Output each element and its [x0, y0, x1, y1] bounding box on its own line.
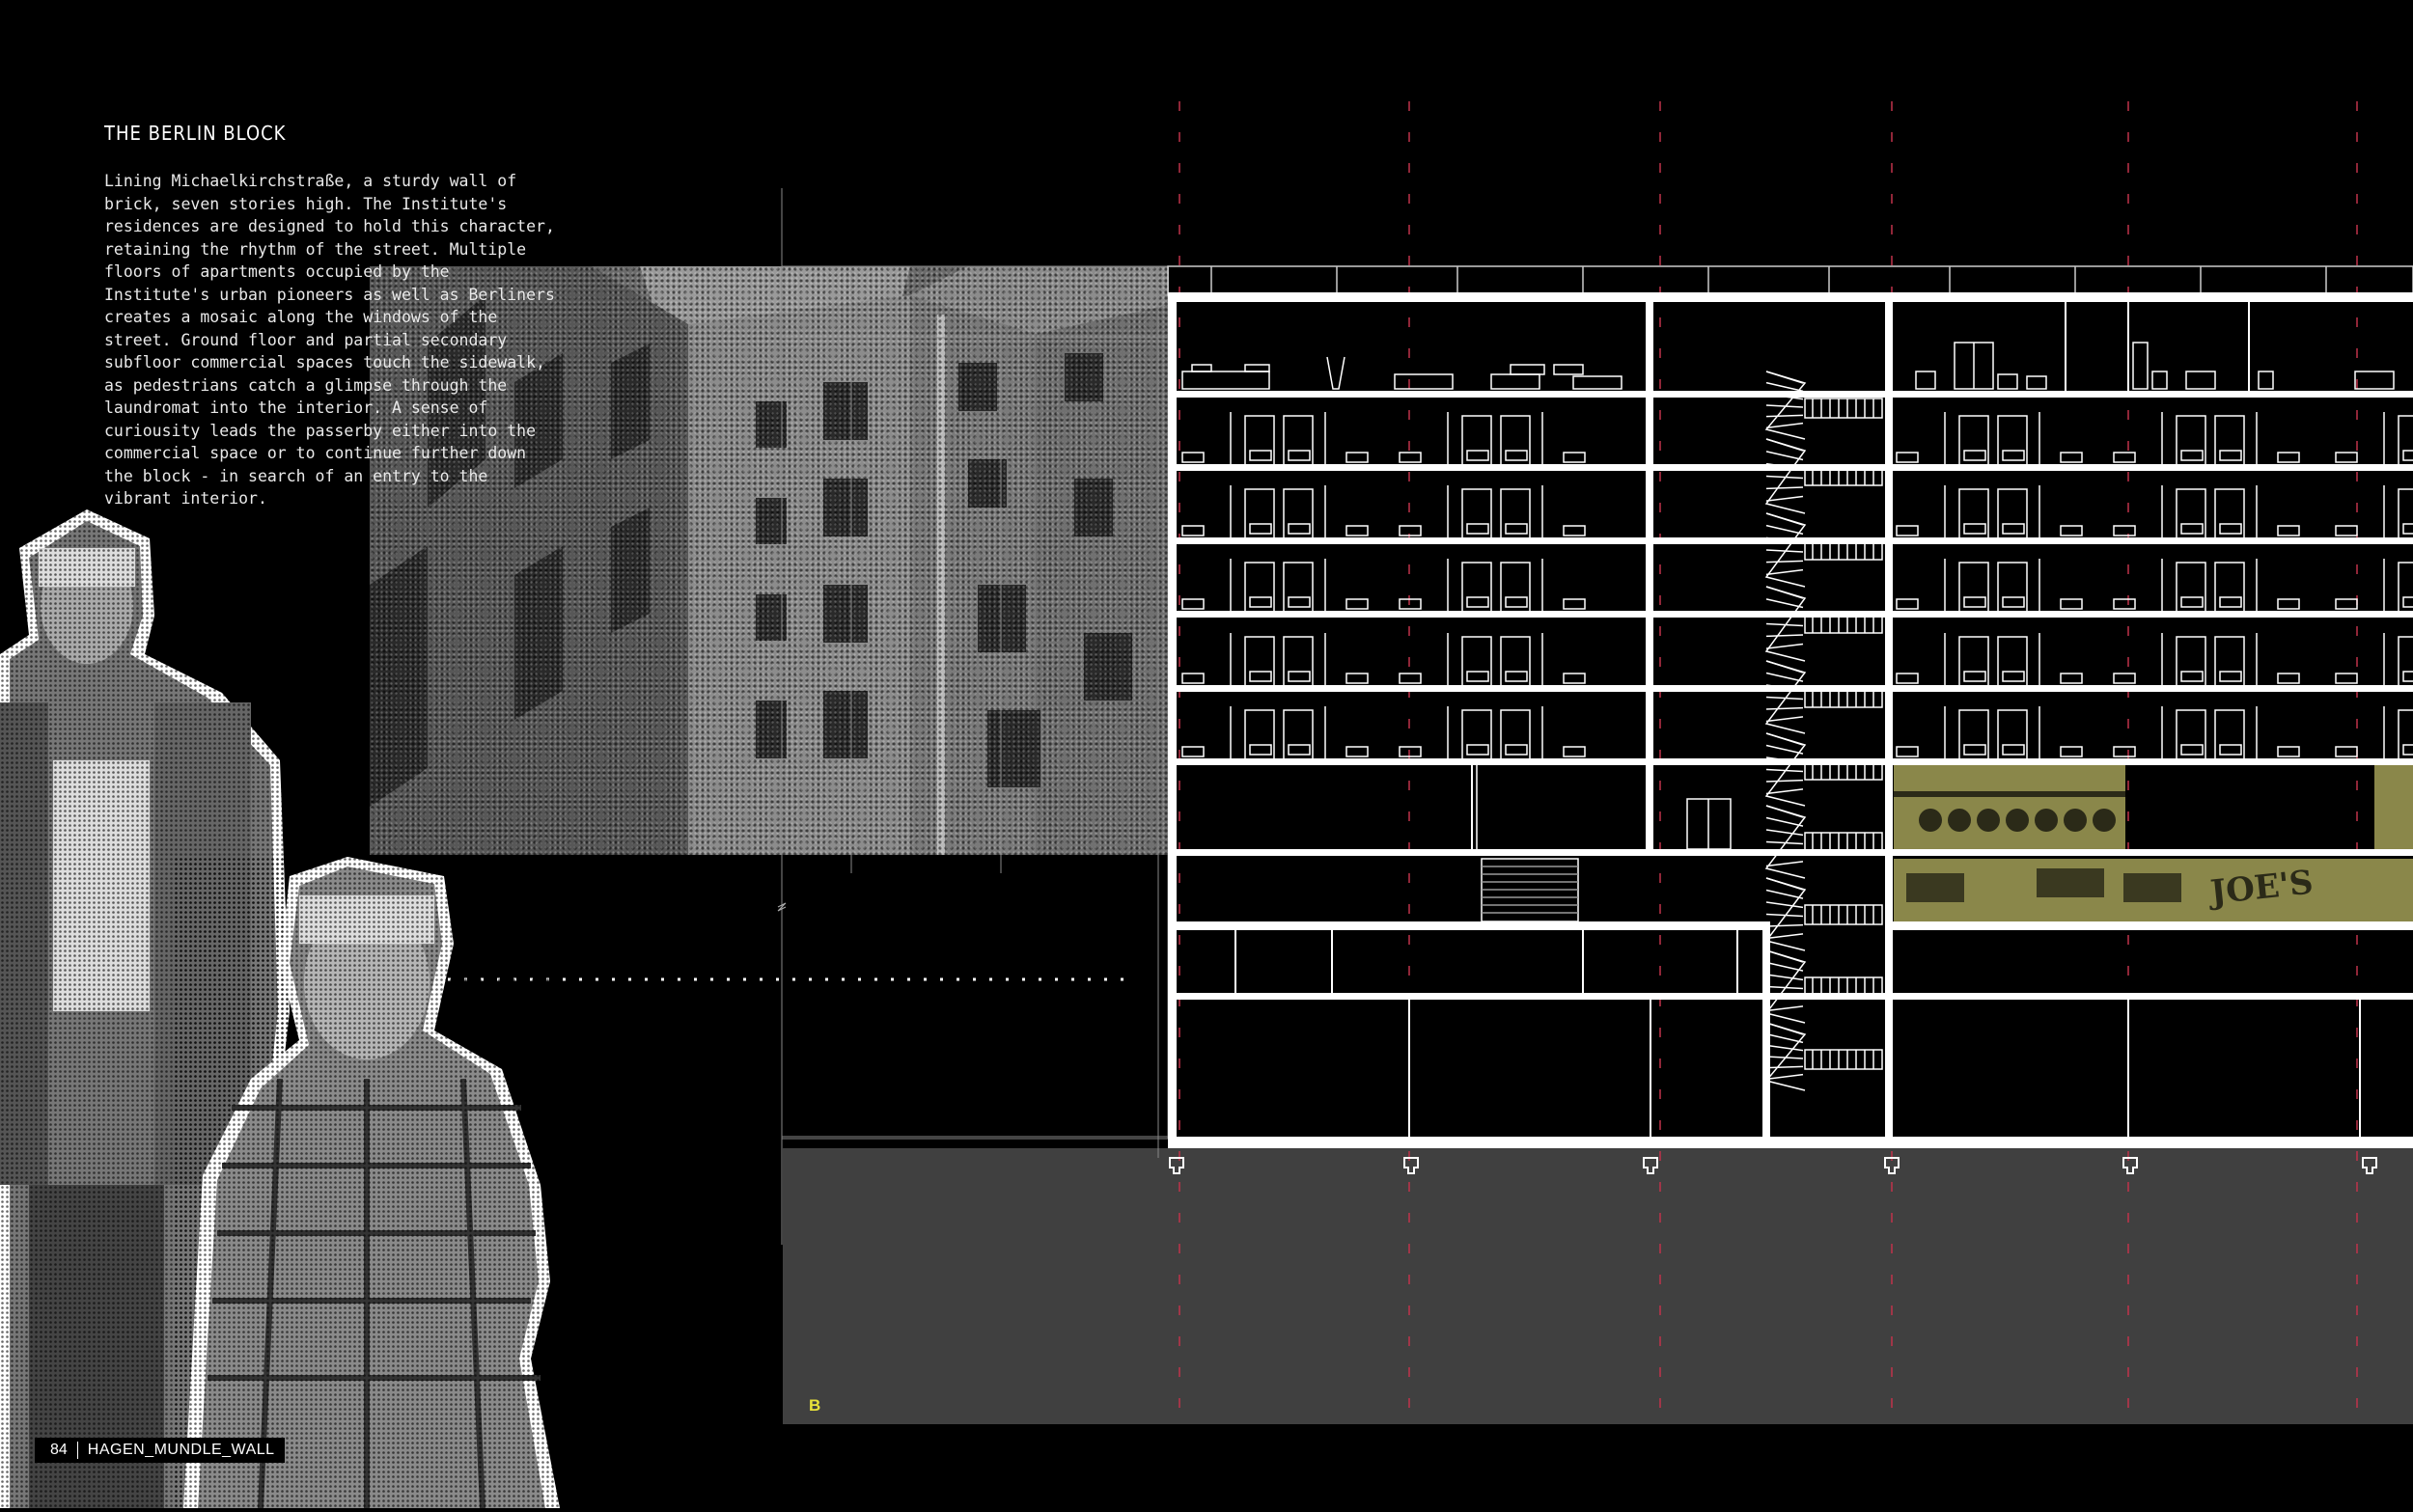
- section-label: B: [809, 1396, 821, 1415]
- page-number: 84: [50, 1442, 68, 1458]
- book-title: HAGEN_MUNDLE_WALL: [87, 1442, 275, 1458]
- person-old-man: [174, 857, 560, 1512]
- article-title: THE BERLIN BLOCK: [104, 122, 287, 145]
- page-footer: 84 HAGEN_MUNDLE_WALL: [35, 1438, 285, 1463]
- article-body: Lining Michaelkirchstraße, a sturdy wall…: [104, 172, 555, 508]
- laundromat-image: [1894, 765, 2413, 921]
